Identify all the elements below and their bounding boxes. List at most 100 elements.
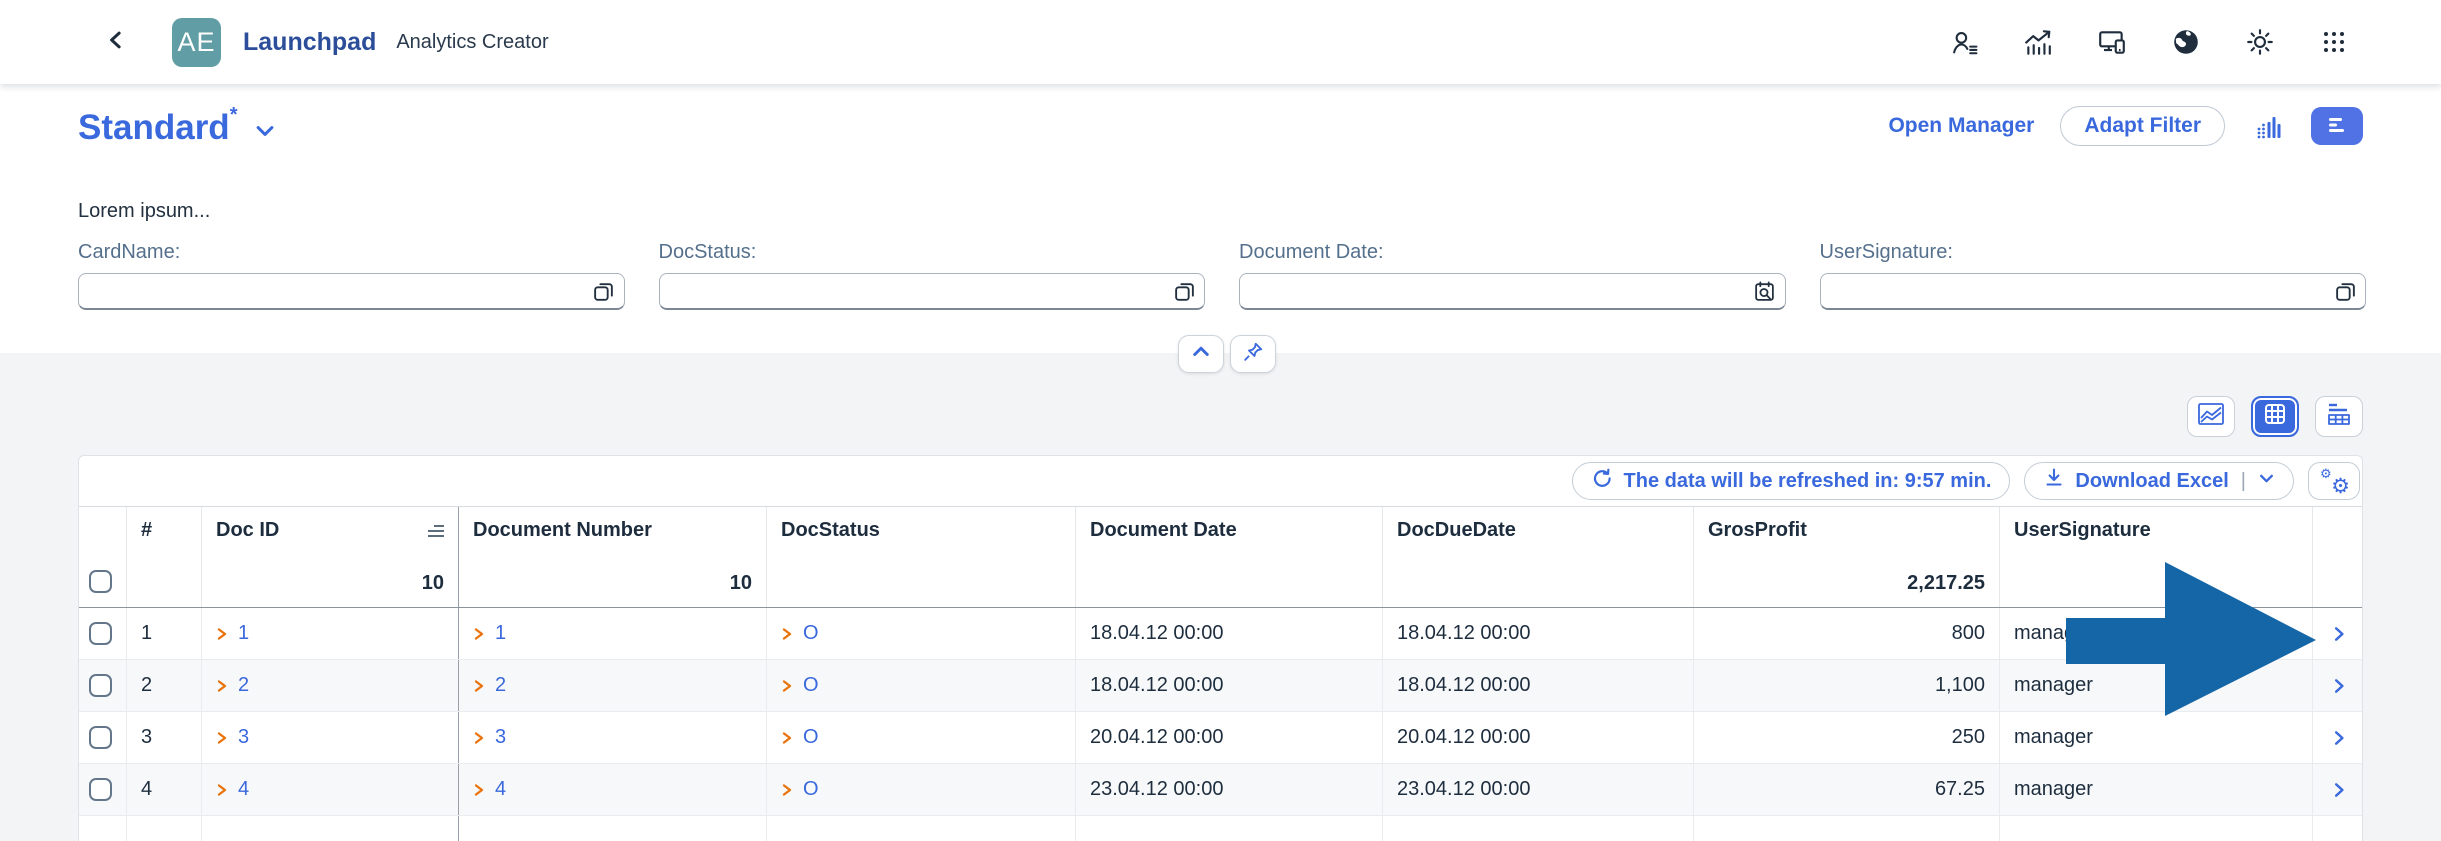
chevron-down-icon[interactable] [2258,470,2275,493]
variant-modified-marker: * [230,104,238,126]
table-row-partial [79,816,2362,841]
value-help-icon[interactable] [592,279,616,303]
column-header-document-number[interactable]: Document Number 10 [459,507,767,607]
brightness-icon[interactable] [2245,27,2275,57]
filter-field-document-date: Document Date: [1239,241,1786,310]
docduedate-cell: 18.04.12 00:00 [1383,660,1694,711]
collapse-filter-button[interactable] [1178,335,1224,373]
docstatus-link[interactable]: O [803,622,819,645]
chart-view-button[interactable] [2187,396,2235,437]
doc-id-link[interactable]: 4 [238,778,249,801]
app-finder-icon[interactable] [2319,27,2349,57]
drilldown-chevron-icon [781,730,794,746]
column-header-doc-id[interactable]: Doc ID 10 [202,507,459,607]
filter-label: UserSignature: [1820,241,2367,264]
document-date-cell: 20.04.12 00:00 [1076,712,1383,763]
document-number-link[interactable]: 4 [495,778,506,801]
filter-bar-controls [1178,335,1276,373]
adapt-filter-button[interactable]: Adapt Filter [2060,106,2225,146]
value-help-icon[interactable] [2333,279,2357,303]
globe-icon[interactable] [2171,27,2201,57]
document-number-link[interactable]: 1 [495,622,506,645]
docstatus-link[interactable]: O [803,778,819,801]
column-header-docduedate[interactable]: DocDueDate [1383,507,1694,607]
document-number-link[interactable]: 3 [495,726,506,749]
usersignature-input[interactable] [1820,273,2367,310]
filter-bar-toggle-button[interactable] [2311,107,2363,145]
drilldown-chevron-icon [216,626,229,642]
pin-icon [1242,341,1264,368]
table-row: 1 1 1 O 18.04.12 00:00 18.04.12 00:00 80… [79,608,2362,660]
drilldown-chevron-icon [781,782,794,798]
refresh-countdown-label: The data will be refreshed in: 9:57 min. [1624,470,1992,493]
doc-id-link[interactable]: 3 [238,726,249,749]
cardname-input[interactable] [78,273,625,310]
row-checkbox[interactable] [89,726,112,749]
row-checkbox[interactable] [89,674,112,697]
header-actions: Open Manager Adapt Filter [1888,106,2363,146]
doc-id-link[interactable]: 1 [238,622,249,645]
view-switcher [2187,396,2363,437]
back-button[interactable] [96,22,136,62]
filter-field-cardname: CardName: [78,241,625,310]
row-navigation-chevron[interactable] [2313,764,2363,815]
document-date-input[interactable] [1239,273,1786,310]
pin-button[interactable] [1230,335,1276,373]
drilldown-chevron-icon [473,678,486,694]
document-number-link[interactable]: 2 [495,674,506,697]
row-navigation-chevron[interactable] [2313,660,2363,711]
chart-table-view-button[interactable] [2315,396,2363,437]
chart-view-icon [2196,401,2226,432]
drilldown-chevron-icon [216,782,229,798]
doc-id-link[interactable]: 2 [238,674,249,697]
download-menu-divider: | [2241,470,2246,493]
document-date-cell: 18.04.12 00:00 [1076,660,1383,711]
select-all-cell [79,507,127,607]
row-checkbox[interactable] [89,778,112,801]
column-header-usersignature[interactable]: UserSignature [2000,507,2313,607]
back-chevron-icon [106,29,126,56]
date-picker-icon[interactable] [1753,279,1777,303]
devices-icon[interactable] [2097,27,2127,57]
grid-view-button[interactable] [2251,396,2299,437]
row-checkbox[interactable] [89,622,112,645]
usersignature-cell: manager [2000,660,2313,711]
variant-selector[interactable]: Standard* [78,104,276,148]
value-help-icon[interactable] [1172,279,1196,303]
user-settings-icon[interactable] [1949,27,1979,57]
table-card: The data will be refreshed in: 9:57 min.… [78,455,2363,841]
page-header: Standard* Open Manager Adapt Filter [78,96,2363,156]
column-header-grosprofit[interactable]: GrosProfit 2,217.25 [1694,507,2000,607]
filter-label: CardName: [78,241,625,264]
gear-icon: ⚙ [2320,467,2332,480]
grosprofit-cell: 250 [1694,712,2000,763]
chart-toggle-icon[interactable] [2251,109,2285,143]
docstatus-input[interactable] [659,273,1206,310]
filter-bars-icon [2324,113,2350,140]
refresh-countdown-button[interactable]: The data will be refreshed in: 9:57 min. [1572,462,2011,500]
analytics-icon[interactable] [2023,27,2053,57]
docstatus-link[interactable]: O [803,726,819,749]
shell-header: AE Launchpad Analytics Creator [0,0,2441,84]
column-header-index[interactable]: # [127,507,202,607]
download-excel-button[interactable]: Download Excel | [2024,462,2294,500]
app-window: AE Launchpad Analytics Creator [0,0,2441,841]
column-header-docstatus[interactable]: DocStatus [767,507,1076,607]
select-all-checkbox[interactable] [89,570,112,593]
docduedate-cell: 20.04.12 00:00 [1383,712,1694,763]
column-header-document-date[interactable]: Document Date [1076,507,1383,607]
row-navigation-chevron[interactable] [2313,608,2363,659]
docduedate-cell: 18.04.12 00:00 [1383,608,1694,659]
drilldown-chevron-icon [781,626,794,642]
grosprofit-cell: 800 [1694,608,2000,659]
row-navigation-chevron[interactable] [2313,712,2363,763]
filter-field-docstatus: DocStatus: [659,241,1206,310]
app-logo: AE [172,18,221,67]
table-toolbar: The data will be refreshed in: 9:57 min.… [79,456,2362,506]
chart-table-view-icon [2325,401,2353,432]
open-manager-link[interactable]: Open Manager [1888,114,2034,138]
docstatus-link[interactable]: O [803,674,819,697]
document-date-cell: 23.04.12 00:00 [1076,764,1383,815]
document-number-total: 10 [473,572,752,595]
table-settings-button[interactable]: ⚙ ⚙ [2308,462,2360,500]
